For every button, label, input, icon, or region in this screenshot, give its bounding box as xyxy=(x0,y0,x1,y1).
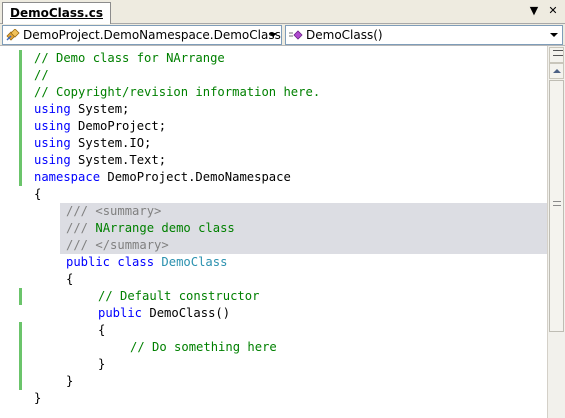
tab-dropdown-icon[interactable]: ▼ xyxy=(527,4,541,18)
code-token: using xyxy=(34,136,71,150)
code-token: using xyxy=(34,153,71,167)
scrollbar-thumb[interactable] xyxy=(549,80,564,332)
code-line[interactable]: { xyxy=(98,322,105,339)
class-icon xyxy=(6,29,20,41)
code-token: // xyxy=(34,68,49,82)
code-token: using xyxy=(34,102,71,116)
type-dropdown-value: DemoProject.DemoNamespace.DemoClass xyxy=(23,28,281,42)
code-line[interactable]: using System; xyxy=(34,101,129,118)
document-tab-strip: DemoClass.cs ▼ ✕ xyxy=(0,0,565,24)
type-dropdown[interactable]: DemoProject.DemoNamespace.DemoClass xyxy=(2,25,282,45)
code-token: System; xyxy=(70,102,130,116)
grip-icon xyxy=(553,201,561,206)
code-token: System.Text; xyxy=(70,153,167,167)
close-icon[interactable]: ✕ xyxy=(546,4,560,18)
document-tab[interactable]: DemoClass.cs xyxy=(2,2,111,24)
navigation-bar: DemoProject.DemoNamespace.DemoClass Demo… xyxy=(0,24,565,46)
code-line[interactable]: // Demo class for NArrange xyxy=(34,50,225,67)
code-token: /// xyxy=(66,221,89,235)
code-token: DemoClass() xyxy=(142,306,231,320)
code-line[interactable]: // xyxy=(34,67,49,84)
member-dropdown[interactable]: DemoClass() xyxy=(285,25,563,45)
code-line[interactable]: using System.IO; xyxy=(34,135,151,152)
code-line[interactable]: } xyxy=(98,356,105,373)
splitter-handle[interactable] xyxy=(549,47,564,63)
code-line[interactable]: public class DemoClass xyxy=(66,254,227,271)
code-token: class xyxy=(117,255,155,269)
arrow-up-icon xyxy=(553,69,561,73)
code-token: public xyxy=(66,255,111,269)
chevron-down-icon xyxy=(550,33,558,37)
code-token: public xyxy=(98,306,143,320)
vertical-scrollbar[interactable] xyxy=(547,46,565,418)
code-token: /// xyxy=(66,238,89,252)
code-token: } xyxy=(66,374,74,388)
code-line[interactable]: // Default constructor xyxy=(98,288,259,305)
code-line[interactable]: } xyxy=(66,373,73,390)
code-line[interactable]: { xyxy=(34,186,41,203)
code-line[interactable]: // Do something here xyxy=(130,339,277,356)
code-token: DemoProject.DemoNamespace xyxy=(100,170,291,184)
code-token: NArrange demo class xyxy=(88,221,235,235)
code-line[interactable]: // Copyright/revision information here. xyxy=(34,84,320,101)
code-token: /// xyxy=(66,204,89,218)
code-token: // Default constructor xyxy=(98,289,260,303)
document-tab-title: DemoClass.cs xyxy=(10,6,103,20)
code-token: { xyxy=(98,323,106,337)
code-token: DemoProject; xyxy=(70,119,167,133)
code-token: } xyxy=(98,357,106,371)
code-token: <summary> xyxy=(95,204,162,218)
code-token: DemoClass xyxy=(161,255,228,269)
chevron-down-icon xyxy=(269,33,277,37)
changed-lines-marker xyxy=(19,288,22,305)
code-token: namespace xyxy=(34,170,101,184)
code-editor[interactable]: // Demo class for NArrange // // Copyright… xyxy=(0,46,547,418)
code-token: using xyxy=(34,119,71,133)
method-icon xyxy=(289,30,303,40)
code-token: System.IO; xyxy=(70,136,152,150)
code-token: } xyxy=(34,391,42,405)
code-token: // Do something here xyxy=(130,340,277,354)
code-line[interactable]: /// NArrange demo class xyxy=(66,220,235,237)
code-line[interactable]: } xyxy=(34,390,41,407)
splitter-icon xyxy=(553,50,563,56)
member-dropdown-value: DemoClass() xyxy=(306,28,383,42)
code-token: // Demo class for NArrange xyxy=(34,51,225,65)
code-line[interactable]: /// <summary> xyxy=(66,203,161,220)
scroll-up-button[interactable] xyxy=(549,63,564,79)
code-token: // Copyright/revision information here. xyxy=(34,85,321,99)
changed-lines-marker xyxy=(19,322,22,390)
code-line[interactable]: using DemoProject; xyxy=(34,118,166,135)
code-line[interactable]: namespace DemoProject.DemoNamespace xyxy=(34,169,291,186)
code-line[interactable]: { xyxy=(66,271,73,288)
changed-lines-marker xyxy=(19,50,22,186)
code-token: { xyxy=(34,187,42,201)
code-line[interactable]: using System.Text; xyxy=(34,152,166,169)
code-token: { xyxy=(66,272,74,286)
code-line[interactable]: public DemoClass() xyxy=(98,305,230,322)
code-line[interactable]: /// </summary> xyxy=(66,237,169,254)
code-token: </summary> xyxy=(95,238,169,252)
